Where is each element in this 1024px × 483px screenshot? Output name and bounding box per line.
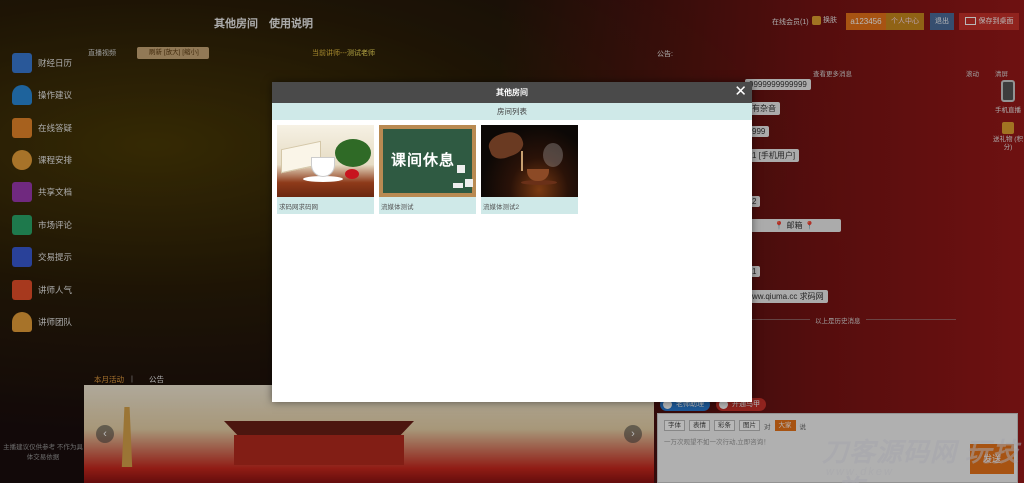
room-card[interactable]: 课间休息 流媒体测试 [379,125,476,214]
room-card[interactable]: 求码网求码网 [277,125,374,214]
room-name: 求码网求码网 [279,204,318,211]
modal-title: 其他房间 [496,88,528,97]
room-name: 流媒体测试 [381,204,414,211]
room-name: 流媒体测试2 [483,204,520,211]
room-list-heading: 房间列表 [272,103,752,120]
room-thumbnail-chalkboard: 课间休息 [379,125,476,197]
room-thumbnail-teapot [481,125,578,197]
chalkboard-text: 课间休息 [391,151,456,169]
modal-header: 其他房间 ✕ [272,82,752,103]
room-list: 求码网求码网 课间休息 流媒体测试 流媒体测试2 [277,125,578,214]
close-icon[interactable]: ✕ [734,84,747,100]
room-thumbnail-coffee [277,125,374,197]
room-card[interactable]: 流媒体测试2 [481,125,578,214]
other-rooms-modal: 其他房间 ✕ 房间列表 求码网求码网 课间休息 流媒体测试 流媒体测试2 [272,82,752,402]
